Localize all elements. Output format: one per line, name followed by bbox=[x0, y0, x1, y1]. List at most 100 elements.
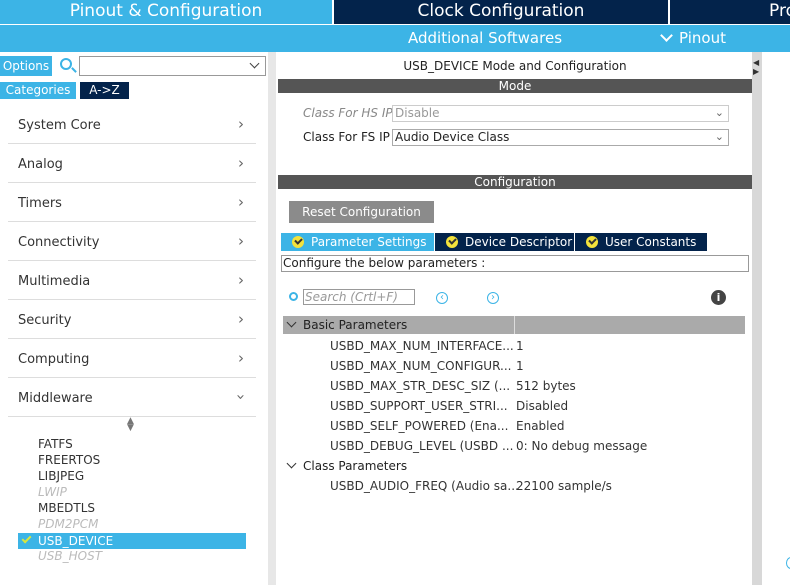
check-icon bbox=[21, 533, 32, 544]
middleware-item-label: USB_DEVICE bbox=[38, 534, 114, 548]
chevron-right-icon: › bbox=[238, 154, 244, 172]
class-parameters-group[interactable]: Class Parameters bbox=[283, 457, 583, 475]
param-name[interactable]: USBD_MAX_NUM_INTERFACE... bbox=[330, 339, 514, 353]
basic-parameters-group[interactable]: Basic Parameters bbox=[283, 316, 745, 334]
pinout-menu[interactable]: Pinout bbox=[660, 29, 726, 47]
chevron-down-icon bbox=[286, 317, 297, 328]
info-icon[interactable]: i bbox=[711, 290, 726, 305]
tab-device-descriptor[interactable]: Device Descriptor bbox=[435, 233, 574, 251]
right-panel bbox=[762, 52, 790, 585]
panel-title: USB_DEVICE Mode and Configuration bbox=[403, 59, 627, 73]
chevron-down-icon: ⌄ bbox=[714, 106, 724, 119]
menu-middleware[interactable]: Middleware › bbox=[8, 379, 256, 417]
additional-softwares-button[interactable]: Additional Softwares bbox=[408, 29, 562, 47]
middleware-item-usb-device[interactable]: USB_DEVICE bbox=[18, 533, 246, 549]
param-name[interactable]: USBD_AUDIO_FREQ (Audio sa... bbox=[330, 479, 519, 493]
search-icon-handle bbox=[71, 67, 77, 73]
param-name[interactable]: USBD_SUPPORT_USER_STRI... bbox=[330, 399, 508, 413]
chevron-right-icon: › bbox=[238, 193, 244, 211]
fs-class-value: Audio Device Class bbox=[395, 130, 510, 144]
chevron-down-icon: › bbox=[232, 394, 250, 400]
tab-label: User Constants bbox=[605, 235, 697, 249]
param-name[interactable]: USBD_MAX_STR_DESC_SIZ (... bbox=[330, 379, 510, 393]
chevron-right-icon: › bbox=[238, 349, 244, 367]
menu-label: Security bbox=[18, 313, 72, 328]
param-name[interactable]: USBD_DEBUG_LEVEL (USBD ... bbox=[330, 439, 513, 453]
middleware-item-fatfs[interactable]: FATFS bbox=[38, 437, 73, 451]
menu-security[interactable]: Security › bbox=[8, 301, 256, 339]
hs-class-label: Class For HS IP bbox=[303, 106, 393, 120]
chevron-down-icon: ⌄ bbox=[714, 130, 724, 143]
configure-hint: Configure the below parameters : bbox=[281, 255, 749, 272]
middleware-item-libjpeg[interactable]: LIBJPEG bbox=[38, 469, 84, 483]
search-next-icon[interactable]: › bbox=[487, 292, 499, 304]
configuration-panel: Configuration Reset Configuration Parame… bbox=[278, 175, 752, 585]
menu-label: Multimedia bbox=[18, 274, 91, 289]
reset-configuration-button[interactable]: Reset Configuration bbox=[289, 201, 434, 223]
chevron-down-icon bbox=[660, 29, 673, 42]
splitter[interactable]: ◀ ▶ bbox=[752, 52, 762, 585]
middleware-item-pdm2pcm[interactable]: PDM2PCM bbox=[38, 517, 98, 531]
mode-header: Mode bbox=[278, 79, 752, 93]
collapse-icon[interactable]: ◀ ▶ bbox=[753, 58, 759, 76]
search-previous-icon[interactable]: ‹ bbox=[436, 292, 448, 304]
menu-connectivity[interactable]: Connectivity › bbox=[8, 223, 256, 261]
middleware-item-freertos[interactable]: FREERTOS bbox=[38, 453, 100, 467]
a-to-z-tab[interactable]: A->Z bbox=[80, 82, 129, 99]
menu-timers[interactable]: Timers › bbox=[8, 184, 256, 222]
hs-class-select[interactable]: Disable ⌄ bbox=[392, 105, 729, 122]
param-name[interactable]: USBD_SELF_POWERED (Ena... bbox=[330, 419, 508, 433]
group-label: Class Parameters bbox=[303, 459, 408, 473]
hs-class-value: Disable bbox=[395, 106, 440, 120]
sub-toolbar: Additional Softwares Pinout bbox=[0, 24, 790, 52]
search-input[interactable] bbox=[79, 56, 266, 76]
chevron-right-icon: › bbox=[238, 232, 244, 250]
mode-panel: USB_DEVICE Mode and Configuration Mode C… bbox=[278, 55, 752, 167]
chevron-down-icon bbox=[249, 58, 260, 69]
fs-class-select[interactable]: Audio Device Class ⌄ bbox=[392, 129, 729, 146]
tab-label: Device Descriptor bbox=[465, 235, 573, 249]
tab-pinout-configuration[interactable]: Pinout & Configuration bbox=[0, 0, 332, 24]
fs-class-label: Class For FS IP bbox=[303, 130, 390, 144]
param-value[interactable]: Disabled bbox=[516, 399, 568, 413]
chevron-down-icon bbox=[286, 458, 297, 469]
menu-label: System Core bbox=[18, 118, 101, 133]
middleware-item-lwip[interactable]: LWIP bbox=[38, 485, 67, 499]
options-button[interactable]: Options bbox=[0, 56, 52, 76]
left-scrollbar[interactable] bbox=[268, 52, 276, 585]
chevron-right-icon: › bbox=[238, 310, 244, 328]
check-circle-icon bbox=[292, 236, 304, 248]
group-label: Basic Parameters bbox=[303, 318, 408, 332]
menu-label: Timers bbox=[18, 196, 62, 211]
chevron-right-icon: › bbox=[238, 115, 244, 133]
menu-system-core[interactable]: System Core › bbox=[8, 106, 256, 144]
sort-icon: ▲ ▼ bbox=[127, 416, 134, 433]
menu-analog[interactable]: Analog › bbox=[8, 145, 256, 183]
param-value[interactable]: 22100 sample/s bbox=[516, 479, 612, 493]
pinout-label: Pinout bbox=[679, 29, 726, 47]
check-circle-icon bbox=[586, 236, 598, 248]
tab-parameter-settings[interactable]: Parameter Settings bbox=[281, 233, 434, 251]
tab-project-manager[interactable]: Pro bbox=[670, 0, 790, 24]
param-value[interactable]: 512 bytes bbox=[516, 379, 576, 393]
param-value[interactable]: 0: No debug message bbox=[516, 439, 647, 453]
chevron-right-icon: › bbox=[238, 271, 244, 289]
menu-label: Connectivity bbox=[18, 235, 100, 250]
tab-clock-configuration[interactable]: Clock Configuration bbox=[334, 0, 668, 24]
menu-multimedia[interactable]: Multimedia › bbox=[8, 262, 256, 300]
left-panel: Options Categories A->Z System Core › Ana… bbox=[0, 52, 268, 585]
parameter-search-input[interactable]: Search (Crtl+F) bbox=[303, 289, 415, 305]
param-name[interactable]: USBD_MAX_NUM_CONFIGUR... bbox=[330, 359, 511, 373]
tab-user-constants[interactable]: User Constants bbox=[575, 233, 707, 251]
middleware-item-mbedtls[interactable]: MBEDTLS bbox=[38, 501, 95, 515]
param-value[interactable]: 1 bbox=[516, 339, 524, 353]
categories-tab[interactable]: Categories bbox=[0, 82, 76, 99]
configuration-header: Configuration bbox=[278, 175, 752, 189]
menu-computing[interactable]: Computing › bbox=[8, 340, 256, 378]
param-value[interactable]: Enabled bbox=[516, 419, 565, 433]
menu-label: Middleware bbox=[18, 391, 93, 406]
param-value[interactable]: 1 bbox=[516, 359, 524, 373]
tab-label: Parameter Settings bbox=[311, 235, 427, 249]
middleware-item-usb-host[interactable]: USB_HOST bbox=[38, 549, 102, 563]
check-circle-icon bbox=[446, 236, 458, 248]
